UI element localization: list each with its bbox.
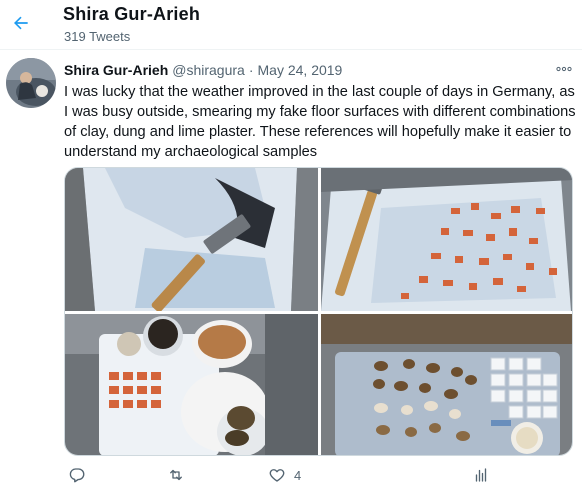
- profile-header: Shira Gur-Arieh 319 Tweets: [0, 0, 582, 50]
- separator-dot: ·: [248, 62, 254, 78]
- photo-sample-tray-and-bowls[interactable]: [65, 314, 318, 455]
- tweet-header: Shira Gur-Arieh @shiragura · May 24, 201…: [64, 62, 342, 82]
- author-name[interactable]: Shira Gur-Arieh: [64, 62, 168, 82]
- more-button[interactable]: [552, 60, 576, 78]
- analytics-icon: [475, 468, 487, 482]
- tweet-text: I was lucky that the weather improved in…: [64, 84, 576, 160]
- retweet-button[interactable]: [166, 464, 186, 486]
- retweet-icon: [170, 469, 182, 481]
- back-button[interactable]: [6, 8, 36, 38]
- analytics-button[interactable]: [472, 464, 490, 486]
- photo-hammer-on-plastic[interactable]: [65, 168, 318, 311]
- tweet-count: 319 Tweets: [64, 29, 131, 44]
- avatar[interactable]: [6, 58, 56, 108]
- tweet-media-grid: [64, 167, 573, 456]
- tweet-date[interactable]: May 24, 2019: [258, 62, 343, 82]
- like-button[interactable]: 4: [268, 464, 301, 486]
- reply-button[interactable]: [68, 464, 86, 486]
- tweet-actions: 4: [64, 462, 564, 488]
- photo-hammer-with-tiles[interactable]: [321, 168, 572, 311]
- arrow-left-icon: [14, 16, 28, 30]
- reply-icon: [69, 468, 85, 483]
- more-horizontal-icon: [556, 66, 572, 72]
- author-handle[interactable]: @shiragura: [172, 62, 245, 82]
- header-title: Shira Gur-Arieh: [63, 4, 201, 24]
- heart-icon: [269, 469, 285, 482]
- like-count: 4: [294, 467, 302, 483]
- photo-plaster-fragments-tray[interactable]: [321, 314, 572, 455]
